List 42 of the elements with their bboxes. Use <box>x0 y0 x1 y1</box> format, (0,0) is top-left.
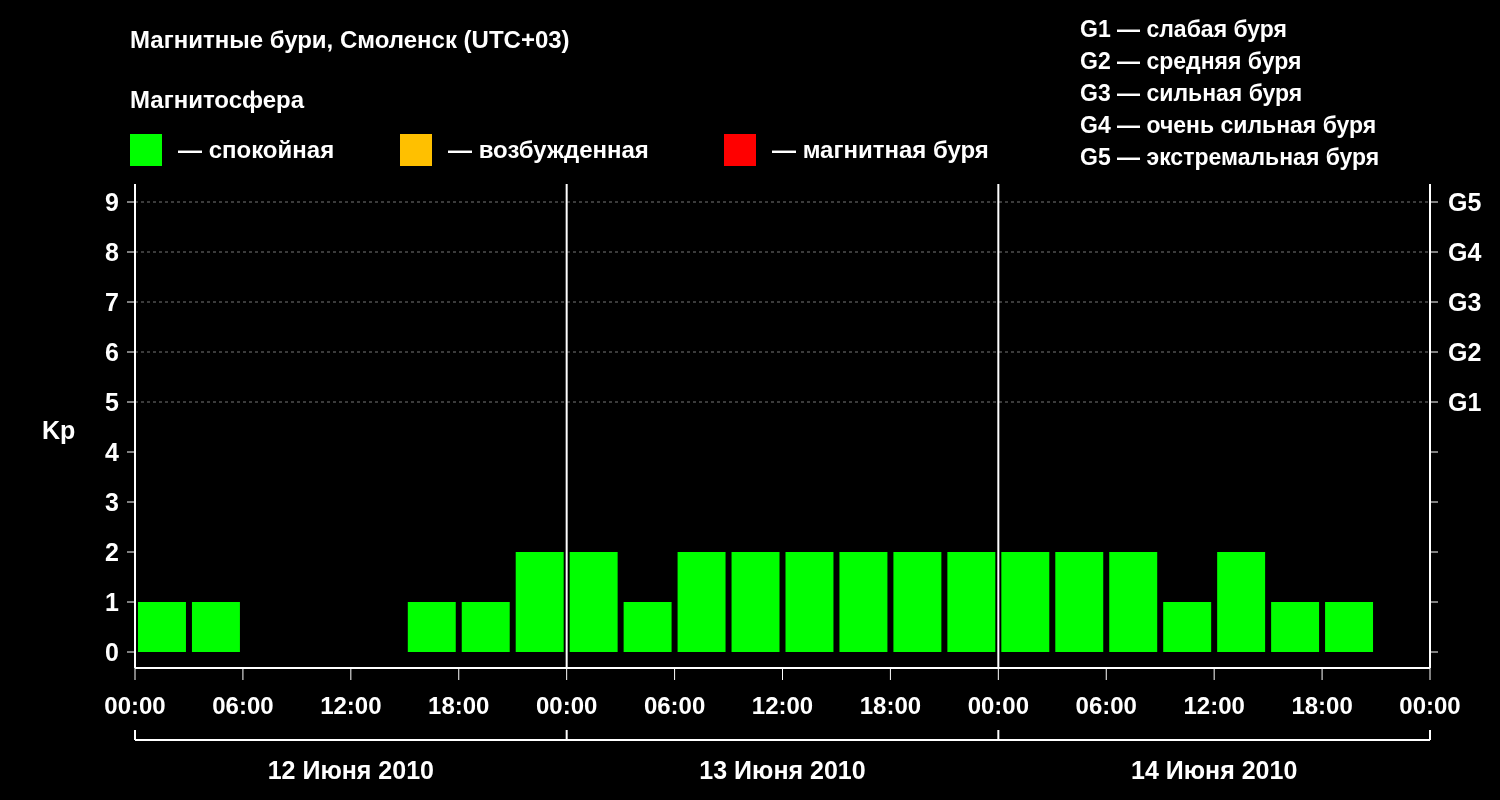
y-tick-label: 9 <box>105 188 119 216</box>
y-tick-label: 3 <box>105 488 119 516</box>
y-axis-label: Kp <box>42 416 76 444</box>
x-tick-label: 06:00 <box>212 692 274 719</box>
legend-label: — возбужденная <box>448 136 649 164</box>
storm-level-label: G5 <box>1448 188 1482 216</box>
scale-description: G1 — слабая буря <box>1080 15 1289 44</box>
date-label: 14 Июня 2010 <box>1131 756 1298 784</box>
storm-level-label: G3 <box>1448 288 1482 316</box>
scale-description: G4 — очень сильная буря <box>1080 111 1378 140</box>
y-tick-label: 7 <box>105 288 119 316</box>
chart-title: Магнитные бури, Смоленск (UTC+03) <box>130 25 571 55</box>
scale-description: G3 — сильная буря <box>1080 79 1304 108</box>
y-tick-label: 2 <box>105 538 119 566</box>
x-tick-label: 18:00 <box>859 692 922 719</box>
y-tick-label: 6 <box>105 338 119 366</box>
x-tick-label: 06:00 <box>643 692 706 719</box>
x-tick-label: 00:00 <box>967 692 1030 719</box>
storm-level-label: G2 <box>1448 338 1482 366</box>
storm-level-label: G4 <box>1448 238 1482 266</box>
x-tick-label: 18:00 <box>1291 692 1353 719</box>
x-tick-label: 18:00 <box>428 692 490 719</box>
date-label: 13 Июня 2010 <box>699 756 866 784</box>
x-tick-label: 06:00 <box>1075 692 1137 719</box>
legend-label: — спокойная <box>178 136 335 164</box>
y-tick-label: 5 <box>105 388 119 416</box>
x-tick-label: 12:00 <box>320 692 382 719</box>
scale-description: G2 — средняя буря <box>1080 47 1303 76</box>
storm-level-label: G1 <box>1448 388 1482 416</box>
y-tick-label: 8 <box>105 238 119 266</box>
legend-title: Магнитосфера <box>130 85 306 115</box>
x-tick-label: 12:00 <box>751 692 814 719</box>
x-tick-label: 00:00 <box>535 692 598 719</box>
y-tick-label: 4 <box>105 438 119 466</box>
scale-description: G5 — экстремальная буря <box>1080 143 1381 172</box>
date-label: 12 Июня 2010 <box>267 756 434 784</box>
legend-label: — магнитная буря <box>772 136 989 164</box>
y-tick-label: 1 <box>105 588 119 616</box>
x-tick-label: 00:00 <box>1399 692 1461 719</box>
y-tick-label: 0 <box>105 638 119 666</box>
x-tick-label: 12:00 <box>1183 692 1245 719</box>
x-tick-label: 00:00 <box>104 692 166 719</box>
